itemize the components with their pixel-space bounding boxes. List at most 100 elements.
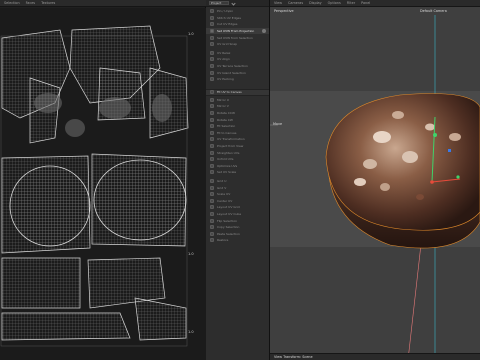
tool-label: UV Transformation: [217, 137, 245, 142]
tool-icon: [210, 57, 214, 62]
tool-item[interactable]: Mirror V: [206, 103, 269, 110]
gear-icon[interactable]: [262, 29, 266, 34]
tool-label: Grid V: [217, 185, 227, 190]
tool-cut[interactable]: Cut UV Edges: [206, 21, 269, 28]
tool-icon: [210, 104, 214, 109]
tool-item[interactable]: Rotate CCW: [206, 110, 269, 117]
uv-layout[interactable]: [0, 8, 206, 360]
tools-subheader[interactable]: Fit UV to Canvas: [206, 88, 269, 96]
view-transform-label: View Transform: Scene: [274, 355, 313, 359]
tool-relax[interactable]: UV Relax: [206, 50, 269, 57]
tool-label: Paste Selection: [217, 231, 240, 236]
tool-align[interactable]: UV Align: [206, 56, 269, 63]
tool-icon: [210, 185, 214, 190]
uv-menu-textures[interactable]: Textures: [41, 1, 55, 5]
tool-label: Center UV: [217, 198, 233, 203]
tool-item[interactable]: Layout UV Cube: [206, 211, 269, 218]
tool-item[interactable]: Unfold UVs: [206, 156, 269, 163]
tool-item[interactable]: Project from View: [206, 143, 269, 150]
tool-item[interactable]: Rotate CW: [206, 116, 269, 123]
uv-island: [1, 257, 81, 309]
uv-menu-selection[interactable]: Selection: [4, 1, 20, 5]
mode-dropdown[interactable]: Project: [209, 0, 229, 6]
viewport-menu-options[interactable]: Options: [328, 1, 341, 5]
tool-pin[interactable]: Pin / Unpin: [206, 8, 269, 15]
tool-label: Restore: [217, 238, 229, 243]
camera-name-label[interactable]: Default Camera: [420, 9, 447, 13]
tool-grid-snap[interactable]: UV Grid Snap: [206, 41, 269, 48]
tool-packing[interactable]: UV Packing: [206, 76, 269, 83]
tool-icon: [210, 157, 214, 162]
tool-icon: [210, 97, 214, 102]
tool-item[interactable]: Flip Selection: [206, 217, 269, 224]
tool-icon: [210, 64, 214, 69]
3d-viewport[interactable]: Perspective Default Camera Move: [270, 7, 480, 360]
tool-item[interactable]: Fit to Canvas: [206, 130, 269, 137]
tool-item[interactable]: Paste Selection: [206, 230, 269, 237]
tool-item[interactable]: Center UV: [206, 197, 269, 204]
tool-label: Cut UV Edges: [217, 22, 238, 27]
tool-item[interactable]: Optimize UVs: [206, 162, 269, 169]
chocolate-chip: [392, 111, 404, 119]
gizmo-handle-green[interactable]: [456, 175, 460, 179]
tool-icon: [210, 170, 214, 175]
tool-label: Set UVW from Selection: [217, 35, 253, 40]
uv-tick-bottom: 1.0: [188, 330, 194, 334]
tool-icon: [210, 70, 214, 75]
tool-icon: [210, 50, 214, 55]
tool-terrace[interactable]: UV Terrace Selection: [206, 63, 269, 70]
tool-item[interactable]: Scale UV: [206, 191, 269, 198]
chocolate-chip: [416, 194, 424, 200]
tool-label: Grid U: [217, 178, 227, 183]
chocolate-chip: [425, 123, 435, 131]
tool-stitch[interactable]: Stitch UV Edges: [206, 15, 269, 22]
tools-section-1: Pin / Unpin Stitch UV Edges Cut UV Edges…: [206, 8, 269, 83]
tool-label: Rotate CW: [217, 117, 233, 122]
tool-item[interactable]: Grid V: [206, 184, 269, 191]
uv-island: [87, 257, 166, 309]
tool-item[interactable]: Copy Selection: [206, 224, 269, 231]
tool-label: Flip Selection: [217, 218, 238, 223]
tool-item[interactable]: Fit Selection: [206, 123, 269, 130]
3d-scene[interactable]: [270, 7, 480, 360]
tool-icon: [210, 178, 214, 183]
tool-item[interactable]: Mirror U: [206, 97, 269, 104]
tool-item[interactable]: Set UV Scale: [206, 169, 269, 176]
tool-icon: [210, 42, 214, 47]
tool-icon: [210, 9, 214, 14]
gizmo-center[interactable]: [430, 180, 434, 184]
uv-island-highlight: [152, 94, 172, 122]
uv-menu-faces[interactable]: Faces: [26, 1, 35, 5]
tool-label: Mirror V: [217, 104, 229, 109]
tool-label: Layout UV Cube: [217, 211, 242, 216]
viewport-menu-panel[interactable]: Panel: [361, 1, 370, 5]
tool-icon: [210, 29, 214, 34]
mode-dropdown-value: Project: [211, 1, 222, 5]
tool-item[interactable]: Restore: [206, 237, 269, 244]
view-name-label[interactable]: Perspective: [274, 9, 294, 13]
tool-item[interactable]: Straighten UVs: [206, 149, 269, 156]
tool-island-select[interactable]: UV Island Selection: [206, 69, 269, 76]
tool-item[interactable]: Layout UV Grid: [206, 204, 269, 211]
gizmo-handle-blue[interactable]: [448, 149, 451, 152]
tool-set-uvw-selection[interactable]: Set UVW from Selection: [206, 34, 269, 41]
viewport-menu-filter[interactable]: Filter: [347, 1, 355, 5]
tool-label: Fit to Canvas: [217, 130, 237, 135]
viewport-menu-cameras[interactable]: Cameras: [288, 1, 303, 5]
tool-item[interactable]: Grid U: [206, 178, 269, 185]
viewport-menu-view[interactable]: View: [274, 1, 282, 5]
uv-tick-right: 1.0: [188, 252, 194, 256]
chevron-down-icon[interactable]: [231, 0, 236, 6]
chocolate-chip: [402, 151, 418, 163]
gizmo-handle-green[interactable]: [433, 133, 437, 137]
tool-set-uvw-projection[interactable]: Set UVW From Projection: [206, 27, 269, 35]
uv-viewport[interactable]: 1.0 1.0 1.0: [0, 8, 206, 360]
chocolate-chip: [373, 131, 391, 143]
chocolate-chip: [354, 178, 366, 186]
uv-tools-panel: Project Pin / Unpin Stitch UV Edges Cut …: [206, 0, 270, 360]
tool-icon: [210, 117, 214, 122]
tool-icon: [210, 15, 214, 20]
tool-item[interactable]: UV Transformation: [206, 136, 269, 143]
viewport-menu-display[interactable]: Display: [309, 1, 322, 5]
tool-icon: [210, 111, 214, 116]
